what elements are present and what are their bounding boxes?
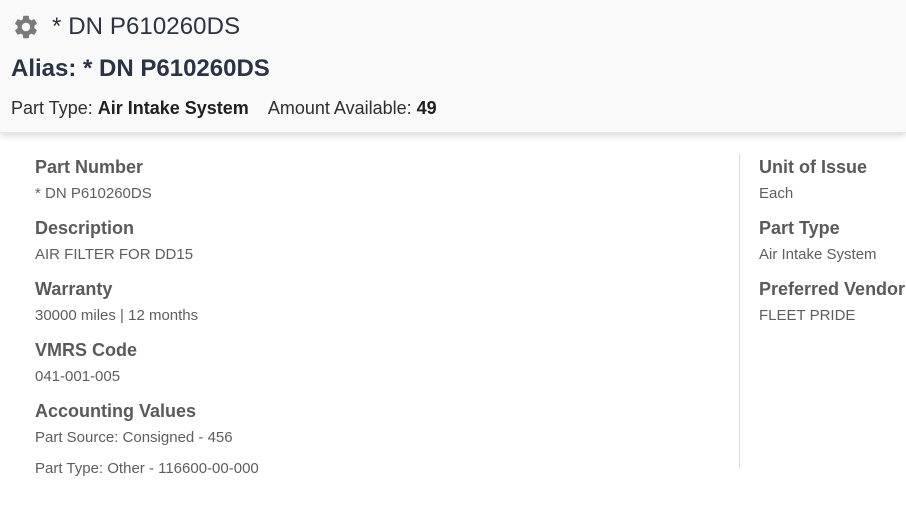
warranty-label: Warranty — [35, 279, 113, 299]
part-type-label: Part Type: — [11, 98, 93, 118]
part-number-label: Part Number — [35, 157, 144, 177]
warranty-value: 30000 miles | 12 months — [35, 307, 199, 324]
alias-label: Alias: — [11, 55, 77, 82]
part-side-details: Unit of Issue Each Part Type Air Intake … — [759, 154, 906, 337]
alias-value: * DN P610260DS — [83, 55, 270, 82]
part-type-value: Air Intake System — [97, 98, 249, 118]
preferred-vendor-label: Preferred Vendor — [759, 279, 906, 299]
page-title: * DN P610260DS — [52, 13, 241, 40]
amount-available-value: 49 — [416, 98, 437, 118]
unit-of-issue-label: Unit of Issue — [759, 157, 868, 177]
part-header: * DN P610260DS Alias: * DN P610260DS Par… — [0, 0, 906, 133]
amount-available-label: Amount Available: — [267, 98, 412, 118]
alias-heading: Alias: * DN P610260DS — [11, 55, 270, 83]
side-part-type-label: Part Type — [759, 218, 840, 238]
gear-icon[interactable] — [12, 13, 40, 41]
accounting-value-part-type: Part Type: Other - 116600-00-000 — [35, 460, 259, 477]
description-label: Description — [35, 218, 135, 238]
title-row: * DN P610260DS — [12, 12, 240, 42]
header-meta: Part Type: Air Intake System Amount Avai… — [11, 98, 437, 119]
part-number-value: * DN P610260DS — [35, 185, 152, 202]
side-part-type-value: Air Intake System — [759, 246, 877, 263]
part-details: Part Number * DN P610260DS Description A… — [35, 154, 715, 486]
preferred-vendor-value: FLEET PRIDE — [759, 307, 856, 324]
unit-of-issue-value: Each — [759, 185, 794, 202]
accounting-value-part-source: Part Source: Consigned - 456 — [35, 429, 233, 446]
column-divider — [739, 154, 740, 468]
vmrs-code-value: 041-001-005 — [35, 368, 121, 385]
vmrs-code-label: VMRS Code — [35, 340, 138, 360]
description-value: AIR FILTER FOR DD15 — [35, 246, 194, 263]
accounting-values-label: Accounting Values — [35, 401, 197, 421]
